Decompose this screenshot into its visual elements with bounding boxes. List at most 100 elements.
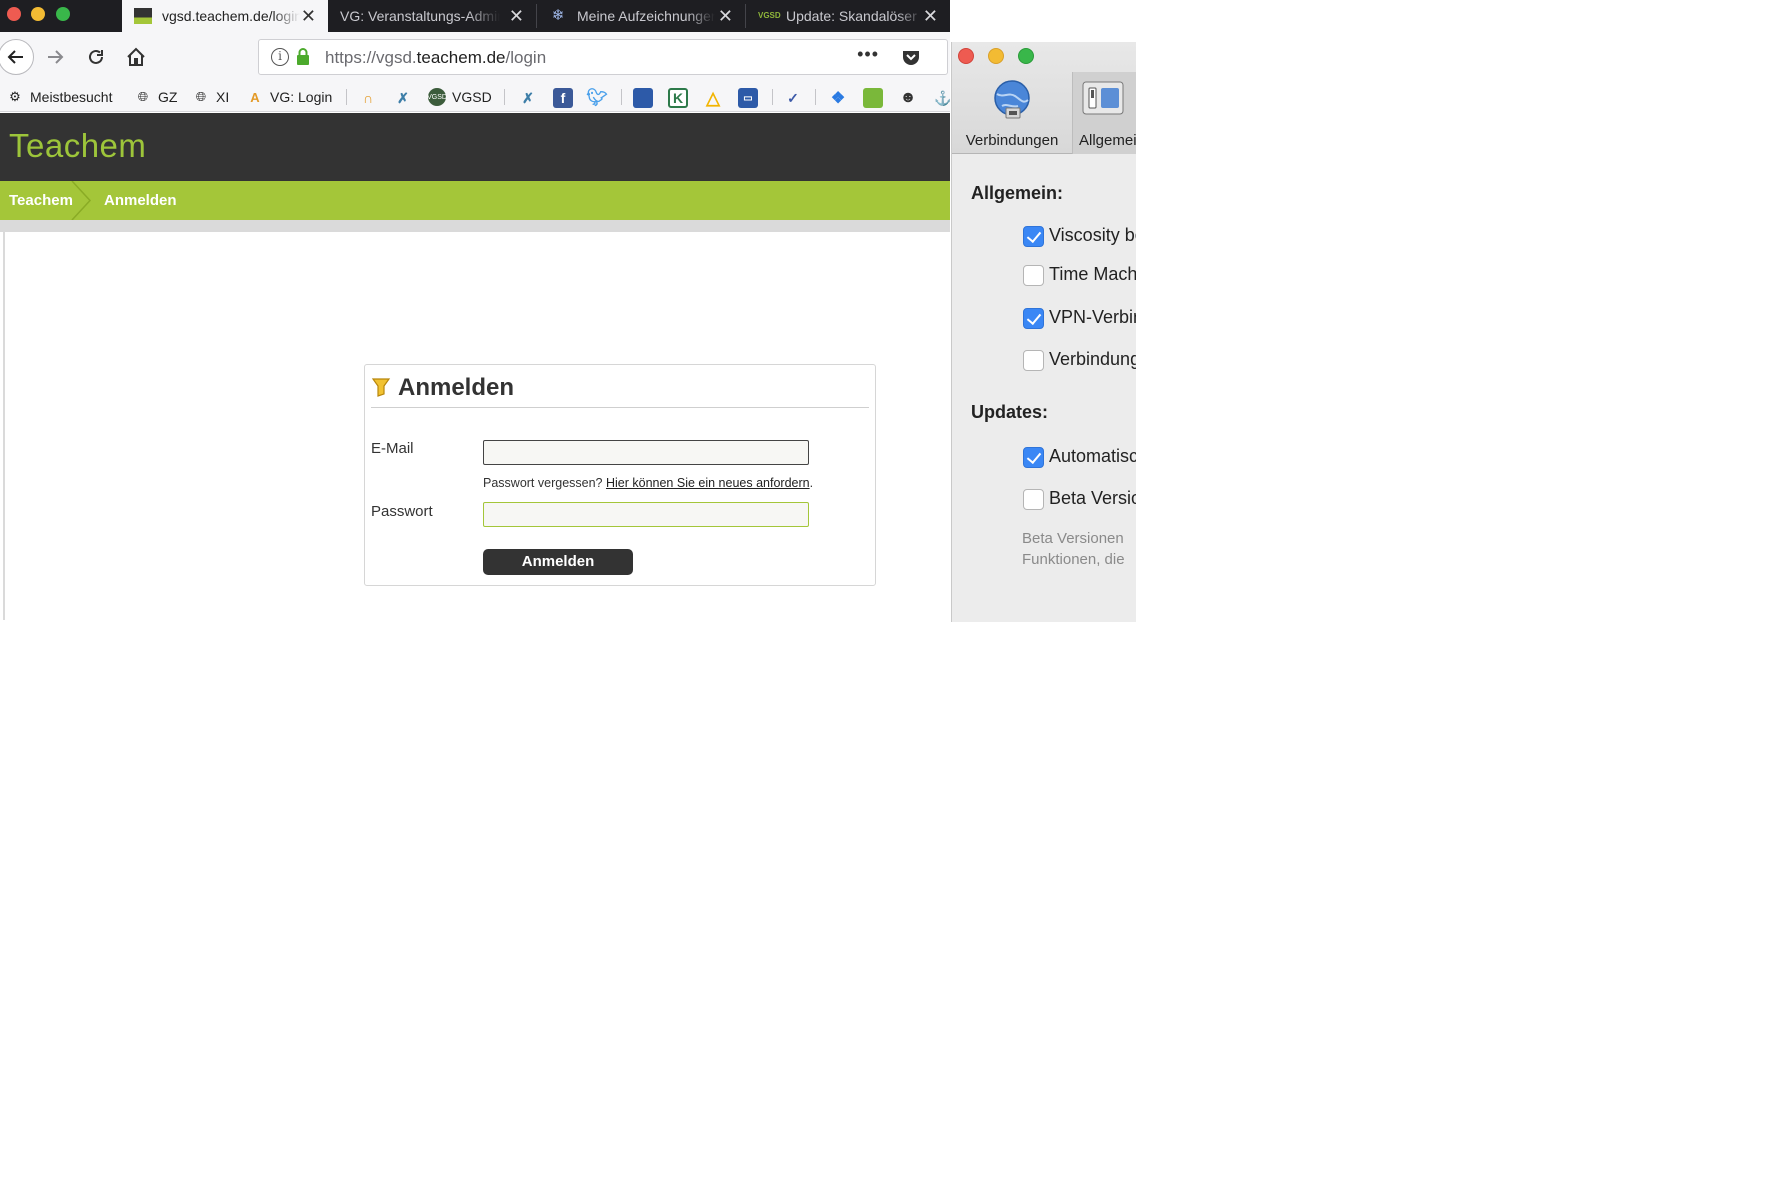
vpn-connections-checkbox[interactable] (1023, 308, 1044, 329)
tab-close-icon[interactable]: ✕ (509, 6, 524, 26)
snowflake-icon: ❄ (551, 7, 565, 24)
bookmark-xing-icon[interactable]: ✗ (518, 88, 538, 108)
content-top-border (0, 220, 950, 232)
bookmark-headset-icon[interactable]: ∩ (358, 88, 378, 108)
vgsd-favicon-icon: VGSD (758, 11, 781, 20)
preferences-window: Verbindungen Allgemein Allgemein: Viscos… (951, 42, 1136, 622)
address-bar[interactable]: i https://vgsd.teachem.de/login ••• (258, 39, 948, 75)
bookmark-label: GZ (158, 89, 178, 105)
bookmark-separator (772, 89, 773, 105)
bookmark-bank-icon[interactable]: ▭ (738, 88, 758, 108)
login-panel: Anmelden E-Mail Passwort vergessen? Hier… (364, 364, 876, 586)
auto-update-checkbox[interactable] (1023, 447, 1044, 468)
password-field[interactable] (483, 502, 809, 527)
bookmark-vgsd[interactable]: VGSD VGSD (427, 86, 492, 108)
login-button[interactable]: Anmelden (483, 549, 633, 575)
tab-title: Update: Skandalöser (786, 8, 917, 24)
email-field[interactable] (483, 440, 809, 465)
tab-veranstaltungs-admin[interactable]: VG: Veranstaltungs-Admin ✕ (328, 0, 536, 32)
gear-icon: ⚙ (9, 89, 21, 104)
time-machine-label: Time Machine (1049, 264, 1136, 284)
bookmarks-toolbar: ⚙ Meistbesucht 🌐︎ GZ 🌐︎ XI A VG: Login ∩… (0, 82, 950, 112)
pocket-icon[interactable] (901, 47, 921, 67)
bookmark-facebook-icon[interactable]: f (553, 88, 573, 108)
forgot-password-prefix: Passwort vergessen? (483, 476, 606, 490)
zoom-window-button[interactable] (56, 7, 70, 21)
home-button[interactable] (119, 40, 153, 74)
bookmark-k-icon[interactable]: K (668, 88, 688, 108)
site-logo[interactable]: Teachem (9, 127, 146, 165)
connections-checkbox[interactable] (1023, 350, 1044, 371)
url-domain: teachem.de (416, 48, 506, 67)
bookmark-label: VG: Login (270, 89, 333, 105)
tab-allgemein[interactable]: Allgemein (1072, 72, 1136, 154)
bookmark-drive-icon[interactable]: △ (703, 88, 723, 108)
beta-versions-label: Beta Versionen (1049, 488, 1136, 508)
globe-network-icon (994, 80, 1030, 119)
bookmark-meistbesucht[interactable]: ⚙ Meistbesucht (6, 86, 112, 108)
tab-close-icon[interactable]: ✕ (923, 6, 938, 26)
tab-meine-aufzeichnungen[interactable]: ❄ Meine Aufzeichnungen ✕ (537, 0, 745, 32)
info-icon[interactable]: i (271, 48, 289, 66)
reload-icon (89, 49, 103, 64)
browser-window: vgsd.teachem.de/login ✕ VG: Veranstaltun… (0, 0, 950, 620)
request-new-password-link[interactable]: Hier können Sie ein neues anfordern (606, 476, 810, 490)
globe-icon: 🌐︎ (195, 89, 207, 104)
tab-update-skandaloeser[interactable]: VGSD Update: Skandalöser ✕ (746, 0, 950, 32)
tab-label: Verbindungen (965, 132, 1059, 149)
updates-heading: Updates: (971, 402, 1049, 422)
login-divider (371, 407, 869, 408)
tab-title: VG: Veranstaltungs-Admin (340, 8, 500, 24)
site-header: Teachem (0, 113, 950, 181)
arrow-left-icon (7, 50, 23, 64)
key-icon (371, 378, 391, 397)
page-actions-menu-icon[interactable]: ••• (857, 44, 879, 65)
tab-title: Meine Aufzeichnungen (577, 8, 715, 24)
tab-title: vgsd.teachem.de/login (162, 8, 300, 24)
tab-label: Allgemein (1079, 132, 1136, 149)
back-button[interactable] (0, 39, 34, 75)
time-machine-checkbox[interactable] (1023, 265, 1044, 286)
reload-button[interactable] (79, 40, 113, 74)
breadcrumb-teachem[interactable]: Teachem (9, 192, 73, 209)
forward-button[interactable] (38, 40, 72, 74)
bookmark-check-icon[interactable]: ✓ (783, 88, 803, 108)
close-window-button[interactable] (7, 7, 21, 21)
url-text[interactable]: https://vgsd.teachem.de/login (325, 48, 546, 68)
tab-teachem-login[interactable]: vgsd.teachem.de/login ✕ (122, 0, 328, 32)
tab-close-icon[interactable]: ✕ (718, 6, 733, 26)
bookmark-blue-square-icon[interactable] (633, 88, 653, 108)
bookmark-anchor-icon[interactable]: ⚓ (933, 88, 950, 108)
bookmark-vg-login[interactable]: A VG: Login (246, 86, 332, 108)
bookmark-gz[interactable]: 🌐︎ GZ (134, 86, 178, 108)
beta-versions-checkbox[interactable] (1023, 489, 1044, 510)
bookmark-mailchimp-icon[interactable]: ☻ (898, 88, 918, 108)
forgot-password-text: Passwort vergessen? Hier können Sie ein … (483, 476, 813, 490)
tab-close-icon[interactable]: ✕ (301, 6, 316, 26)
breadcrumb-anmelden: Anmelden (104, 192, 177, 209)
bookmark-separator (621, 89, 622, 105)
bookmark-dropbox-icon[interactable]: ❖ (828, 88, 848, 108)
viscosity-login-checkbox[interactable] (1023, 226, 1044, 247)
vpn-connections-label: VPN-Verbindungen (1049, 307, 1136, 327)
navigation-bar: i https://vgsd.teachem.de/login ••• (0, 32, 950, 82)
bookmark-xi[interactable]: 🌐︎ XI (192, 86, 229, 108)
arrow-right-icon (48, 50, 64, 64)
preferences-toolbar: Verbindungen Allgemein (952, 42, 1136, 154)
bookmark-xing-icon[interactable]: ✗ (393, 88, 413, 108)
breadcrumb-chevron-icon (71, 181, 92, 220)
close-window-button[interactable] (958, 48, 974, 64)
auto-update-label: Automatisch (1049, 446, 1136, 466)
forgot-password-end: . (809, 476, 814, 490)
email-label: E-Mail (371, 440, 414, 457)
lock-icon[interactable] (295, 47, 311, 67)
bookmark-folder-icon[interactable] (863, 88, 883, 108)
vg-logo-icon: A (250, 89, 260, 105)
tab-verbindungen[interactable]: Verbindungen (952, 72, 1072, 154)
zoom-window-button[interactable] (1018, 48, 1034, 64)
login-title: Anmelden (398, 374, 515, 401)
minimize-window-button[interactable] (988, 48, 1004, 64)
beta-note-line: Funktionen, die (1022, 551, 1125, 568)
bookmark-twitter-icon[interactable]: 🐦︎ (586, 88, 608, 108)
minimize-window-button[interactable] (31, 7, 45, 21)
